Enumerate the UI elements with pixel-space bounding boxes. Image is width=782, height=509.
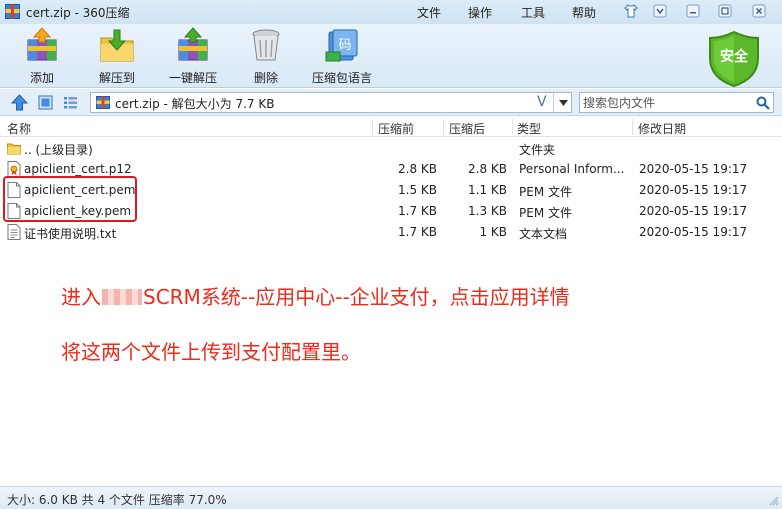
status-bar: 大小: 6.0 KB 共 4 个文件 压缩率 77.0% bbox=[0, 486, 782, 509]
delete-button[interactable]: 删除 bbox=[246, 26, 286, 86]
file-list: 名称 压缩前 压缩后 类型 修改日期 .. (上级目录) 文件夹 apiclie… bbox=[0, 117, 782, 485]
column-divider[interactable] bbox=[372, 119, 373, 135]
delete-trash-icon bbox=[252, 29, 280, 61]
status-text: 大小: 6.0 KB 共 4 个文件 压缩率 77.0% bbox=[7, 493, 227, 507]
column-compressed-size[interactable]: 压缩后 bbox=[449, 120, 485, 137]
file-name: .. (上级目录) bbox=[24, 143, 93, 157]
file-compressed-size: 2.8 KB bbox=[468, 162, 507, 176]
resize-grip-icon[interactable] bbox=[768, 495, 779, 506]
language-glyph: 码 bbox=[338, 38, 351, 53]
annotation-line-1-suffix: SCRM系统--应用中心--企业支付，点击应用详情 bbox=[143, 285, 570, 309]
list-header: 名称 压缩前 压缩后 类型 修改日期 bbox=[0, 117, 782, 137]
close-button[interactable] bbox=[748, 2, 770, 20]
archive-language-label: 压缩包语言 bbox=[311, 71, 372, 85]
shirt-icon bbox=[624, 4, 638, 18]
file-modified: 2020-05-15 19:17 bbox=[639, 225, 748, 239]
column-original-size[interactable]: 压缩前 bbox=[378, 120, 414, 137]
minimize-icon bbox=[686, 4, 700, 18]
file-modified: 2020-05-15 19:17 bbox=[639, 204, 748, 218]
chevron-down-icon bbox=[653, 4, 667, 18]
add-button[interactable]: 添加 bbox=[22, 26, 62, 86]
text-file-icon bbox=[7, 224, 21, 240]
redacted-brand-mark bbox=[102, 289, 142, 305]
highlight-box bbox=[3, 176, 137, 222]
column-type[interactable]: 类型 bbox=[517, 120, 541, 137]
search-box bbox=[579, 92, 774, 113]
window-title: cert.zip - 360压缩 bbox=[26, 6, 130, 20]
annotation-line-2: 将这两个文件上传到支付配置里。 bbox=[61, 340, 361, 364]
history-v-icon[interactable]: V bbox=[537, 94, 547, 110]
list-view-button[interactable] bbox=[62, 94, 79, 111]
file-original-size: 1.5 KB bbox=[398, 183, 437, 197]
column-divider[interactable] bbox=[443, 119, 444, 135]
zip-archive-icon bbox=[5, 4, 20, 19]
file-original-size: 1.7 KB bbox=[398, 225, 437, 239]
file-compressed-size: 1.3 KB bbox=[468, 204, 507, 218]
file-compressed-size: 1 KB bbox=[479, 225, 507, 239]
maximize-button[interactable] bbox=[714, 2, 736, 20]
column-modified[interactable]: 修改日期 bbox=[638, 120, 686, 137]
path-text: cert.zip - 解包大小为 7.7 KB bbox=[115, 97, 275, 111]
file-original-size: 2.8 KB bbox=[398, 162, 437, 176]
annotation-line-1: 进入 SCRM系统--应用中心--企业支付，点击应用详情 bbox=[61, 281, 570, 310]
add-label: 添加 bbox=[29, 71, 54, 85]
menu-file[interactable]: 文件 bbox=[417, 4, 441, 21]
list-view-icon bbox=[64, 97, 77, 109]
add-archive-icon bbox=[27, 27, 57, 61]
column-divider[interactable] bbox=[632, 119, 633, 135]
minimize-button[interactable] bbox=[682, 2, 704, 20]
file-original-size: 1.7 KB bbox=[398, 204, 437, 218]
title-bar: cert.zip - 360压缩 文件 操作 工具 帮助 bbox=[0, 0, 782, 24]
certificate-file-icon bbox=[7, 161, 21, 177]
extract-to-button[interactable]: 解压到 bbox=[97, 26, 137, 86]
annotation-line-1-prefix: 进入 bbox=[61, 285, 101, 309]
menu-operation[interactable]: 操作 bbox=[468, 4, 492, 21]
delete-label: 删除 bbox=[253, 71, 278, 85]
security-badge-text: 安全 bbox=[720, 48, 749, 65]
file-modified: 2020-05-15 19:17 bbox=[639, 183, 748, 197]
list-item[interactable]: .. (上级目录) 文件夹 bbox=[0, 138, 782, 159]
path-field[interactable]: cert.zip - 解包大小为 7.7 KB V bbox=[90, 92, 572, 113]
arrow-up-icon bbox=[11, 94, 28, 111]
file-modified: 2020-05-15 19:17 bbox=[639, 162, 748, 176]
one-click-extract-label: 一键解压 bbox=[168, 71, 217, 85]
zip-archive-icon bbox=[96, 96, 110, 109]
column-divider[interactable] bbox=[512, 119, 513, 135]
icon-view-icon bbox=[38, 95, 53, 110]
list-item[interactable]: 证书使用说明.txt 1.7 KB 1 KB 文本文档 2020-05-15 1… bbox=[0, 222, 782, 243]
one-click-extract-button[interactable]: 一键解压 bbox=[167, 26, 219, 86]
maximize-icon bbox=[718, 4, 732, 18]
search-input[interactable] bbox=[583, 95, 751, 110]
close-icon bbox=[752, 4, 766, 18]
skin-shirt-button[interactable] bbox=[620, 2, 642, 20]
large-icon-view-button[interactable] bbox=[37, 94, 54, 111]
address-bar: cert.zip - 解包大小为 7.7 KB V bbox=[0, 89, 782, 116]
file-type: 文本文档 bbox=[519, 227, 568, 241]
extract-to-label: 解压到 bbox=[98, 71, 135, 85]
one-click-extract-icon bbox=[178, 27, 208, 61]
up-level-button[interactable] bbox=[11, 94, 28, 111]
column-name[interactable]: 名称 bbox=[7, 120, 31, 137]
search-button[interactable] bbox=[755, 95, 771, 111]
menu-tools[interactable]: 工具 bbox=[521, 4, 545, 21]
archive-language-icon: 码 bbox=[325, 29, 358, 62]
options-button[interactable] bbox=[649, 2, 671, 20]
file-type: 文件夹 bbox=[519, 143, 556, 157]
triangle-down-icon bbox=[558, 99, 568, 106]
archive-language-button[interactable]: 码 压缩包语言 bbox=[311, 26, 373, 86]
toolbar: 添加 解压到 一键解压 删除 码 压缩包语言 bbox=[0, 24, 782, 88]
file-type: PEM 文件 bbox=[519, 206, 572, 220]
file-name: 证书使用说明.txt bbox=[24, 227, 117, 241]
file-type: PEM 文件 bbox=[519, 185, 572, 199]
security-shield-badge[interactable]: 安全 bbox=[706, 30, 762, 88]
search-icon bbox=[756, 96, 770, 110]
file-type: Personal Inform... bbox=[519, 162, 625, 176]
path-dropdown-button[interactable] bbox=[553, 93, 572, 112]
menu-help[interactable]: 帮助 bbox=[572, 4, 596, 21]
file-name: apiclient_cert.p12 bbox=[24, 162, 132, 176]
file-compressed-size: 1.1 KB bbox=[468, 183, 507, 197]
folder-up-icon bbox=[7, 143, 21, 155]
extract-to-icon bbox=[100, 29, 134, 62]
